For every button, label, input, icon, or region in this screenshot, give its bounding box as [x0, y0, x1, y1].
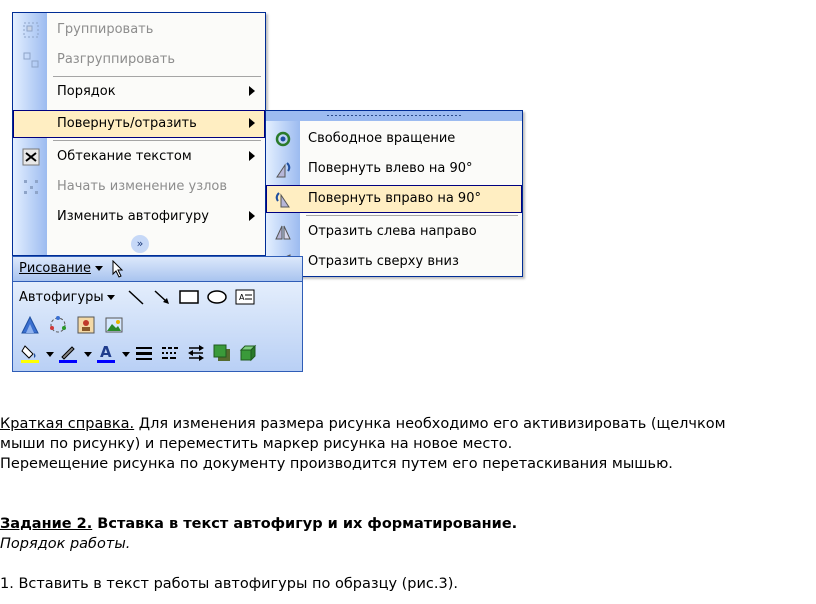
edit-points-icon	[21, 178, 41, 196]
menu-item-label: Изменить автофигуру	[57, 209, 209, 224]
submenu-arrow-icon	[249, 86, 255, 96]
submenu-item-free-rotate[interactable]: Свободное вращение	[266, 125, 522, 153]
submenu-arrow-icon	[249, 151, 255, 161]
toolbar-row-format: A	[17, 340, 298, 368]
diagram-icon[interactable]	[47, 315, 69, 337]
context-menu: Группировать Разгруппировать Порядок Пов…	[12, 12, 266, 256]
fill-color-icon[interactable]	[19, 343, 41, 365]
submenu-arrow-icon	[249, 118, 255, 128]
menu-item-label: Повернуть/отразить	[57, 116, 197, 131]
drawing-toolbar-header: Рисование	[12, 256, 303, 282]
menu-item-change-autoshape[interactable]: Изменить автофигуру	[13, 203, 265, 231]
svg-text:A: A	[100, 343, 112, 361]
line-icon[interactable]	[125, 287, 147, 309]
autoshapes-label: Автофигуры	[19, 290, 104, 305]
note-text: Для изменения размера рисунка необходимо…	[134, 416, 726, 432]
note-paragraph: Краткая справка. Для изменения размера р…	[0, 414, 816, 434]
menu-item-order[interactable]: Порядок	[13, 78, 265, 106]
submenu-arrow-icon	[249, 211, 255, 221]
task-label: Задание 2.	[0, 516, 93, 532]
drawing-label: Рисование	[19, 261, 91, 276]
flip-horizontal-icon	[272, 222, 294, 242]
menu-item-rotate-flip[interactable]: Повернуть/отразить	[13, 110, 265, 138]
group-icon	[21, 21, 41, 39]
submenu-item-label: Повернуть влево на 90°	[308, 161, 473, 176]
menu-item-label: Начать изменение узлов	[57, 179, 228, 194]
arrow-style-icon[interactable]	[185, 343, 207, 365]
menu-separator	[53, 76, 261, 77]
menu-item-label: Группировать	[57, 22, 154, 37]
document-body: Краткая справка. Для изменения размера р…	[0, 414, 816, 594]
task-heading: Задание 2. Вставка в текст автофигур и и…	[0, 514, 816, 534]
note-title: Краткая справка.	[0, 416, 135, 432]
shadow-style-icon[interactable]	[211, 343, 233, 365]
clipart-icon[interactable]	[75, 315, 97, 337]
wordart-icon[interactable]	[19, 315, 41, 337]
drawing-menu-button[interactable]: Рисование	[19, 261, 103, 276]
rotate-left-icon	[272, 159, 294, 179]
menu-item-text-wrapping[interactable]: Обтекание текстом	[13, 143, 265, 171]
dash-style-icon[interactable]	[159, 343, 181, 365]
menu-item-label: Обтекание текстом	[57, 149, 192, 164]
submenu-separator	[306, 215, 518, 216]
task-title: Вставка в текст автофигур и их форматиро…	[92, 516, 518, 532]
autoshapes-button[interactable]: Автофигуры	[19, 287, 115, 309]
text-wrap-icon	[21, 148, 41, 166]
note-line-2: мыши по рисунку) и переместить маркер ри…	[0, 436, 513, 452]
dropdown-arrow-icon	[94, 266, 103, 271]
menu-item-group[interactable]: Группировать	[13, 16, 265, 44]
rotate-right-icon	[272, 189, 294, 209]
picture-icon[interactable]	[103, 315, 125, 337]
menu-item-label: Разгруппировать	[57, 52, 176, 67]
line-style-icon[interactable]	[133, 343, 155, 365]
dropdown-arrow-icon[interactable]	[119, 343, 130, 365]
submenu-item-label: Свободное вращение	[308, 131, 456, 146]
submenu-drag-handle[interactable]	[266, 111, 522, 121]
svg-text:A: A	[239, 293, 245, 302]
submenu-item-label: Отразить сверху вниз	[308, 254, 459, 269]
line-color-icon[interactable]	[57, 343, 79, 365]
arrow-icon[interactable]	[151, 287, 173, 309]
procedure-heading: Порядок работы.	[0, 536, 131, 552]
menu-separator	[53, 140, 261, 141]
rotate-flip-submenu: Свободное вращение Повернуть влево на 90…	[265, 110, 523, 277]
dropdown-arrow-icon[interactable]	[81, 343, 92, 365]
submenu-item-rotate-right[interactable]: Повернуть вправо на 90°	[266, 185, 522, 213]
toolbar-row-insert	[17, 312, 298, 340]
menu-item-ungroup[interactable]: Разгруппировать	[13, 46, 265, 74]
toolbar-row-shapes: Автофигуры A	[17, 284, 298, 312]
step-1: 1. Вставить в текст работы автофигуры по…	[0, 576, 459, 592]
free-rotate-icon	[272, 129, 294, 149]
submenu-item-flip-horizontal[interactable]: Отразить слева направо	[266, 218, 522, 246]
menu-item-label: Порядок	[57, 84, 116, 99]
menu-item-edit-points[interactable]: Начать изменение узлов	[13, 173, 265, 201]
submenu-item-label: Отразить слева направо	[308, 224, 477, 239]
ungroup-icon	[21, 51, 41, 69]
expand-menu-chevron-icon[interactable]: »	[131, 235, 149, 253]
submenu-item-label: Повернуть вправо на 90°	[308, 191, 481, 206]
select-objects-icon[interactable]	[111, 259, 125, 282]
dropdown-arrow-icon[interactable]	[43, 343, 54, 365]
font-color-icon[interactable]: A	[95, 343, 117, 365]
dropdown-arrow-icon	[106, 295, 115, 300]
submenu-item-flip-vertical[interactable]: Отразить сверху вниз	[266, 248, 522, 276]
text-box-icon[interactable]: A	[233, 287, 257, 309]
oval-icon[interactable]	[205, 287, 229, 309]
note-line-3: Перемещение рисунка по документу произво…	[0, 456, 673, 472]
3d-style-icon[interactable]	[237, 343, 259, 365]
rectangle-icon[interactable]	[177, 287, 201, 309]
submenu-item-rotate-left[interactable]: Повернуть влево на 90°	[266, 155, 522, 183]
drawing-toolbar: Автофигуры A A	[12, 282, 303, 372]
